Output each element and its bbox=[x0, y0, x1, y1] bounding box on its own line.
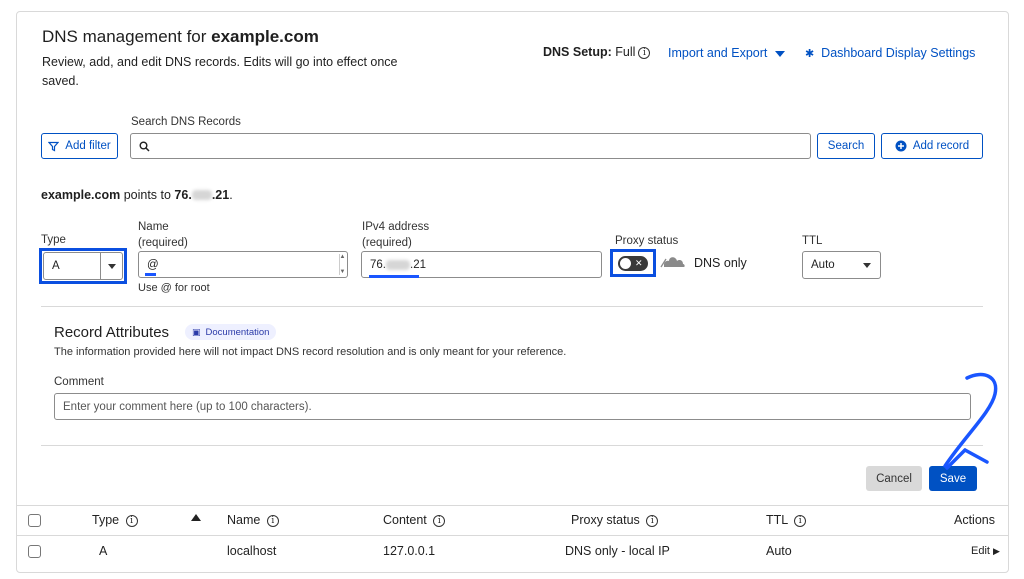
comment-input[interactable]: Enter your comment here (up to 100 chara… bbox=[54, 393, 971, 420]
ipv4-input[interactable]: 76. .21 bbox=[361, 251, 602, 278]
row-ttl: Auto bbox=[766, 544, 792, 558]
ipv4-label: IPv4 address (required) bbox=[362, 221, 430, 249]
caret-down-icon bbox=[774, 51, 785, 57]
row-name: localhost bbox=[227, 544, 277, 558]
comment-label: Comment bbox=[54, 376, 104, 388]
column-header-proxy-status[interactable]: Proxy status i bbox=[571, 513, 659, 527]
type-label: Type bbox=[41, 234, 66, 246]
book-icon: ▣ bbox=[192, 326, 201, 337]
divider bbox=[41, 306, 983, 307]
add-record-button[interactable]: Add record bbox=[881, 133, 983, 159]
search-icon bbox=[139, 141, 150, 152]
divider bbox=[17, 535, 1008, 536]
search-button[interactable]: Search bbox=[817, 133, 875, 159]
info-icon: i bbox=[433, 515, 446, 527]
dashboard-display-settings-link[interactable]: ✱ Dashboard Display Settings bbox=[805, 46, 975, 60]
column-header-ttl[interactable]: TTL i bbox=[766, 513, 807, 527]
caret-right-icon: ▶ bbox=[993, 546, 1000, 556]
column-header-name[interactable]: Name i bbox=[227, 513, 279, 527]
search-input[interactable] bbox=[130, 133, 811, 159]
redacted-ip bbox=[191, 190, 212, 200]
redacted-ip bbox=[386, 259, 410, 270]
proxy-highlight-box bbox=[610, 249, 656, 277]
select-all-checkbox[interactable] bbox=[28, 514, 41, 527]
documentation-badge[interactable]: ▣ Documentation bbox=[185, 324, 277, 340]
ttl-select[interactable]: Auto bbox=[802, 251, 881, 279]
info-icon: i bbox=[266, 515, 279, 527]
ttl-label: TTL bbox=[802, 235, 823, 247]
row-type: A bbox=[99, 544, 108, 558]
name-underline-mark bbox=[145, 273, 156, 276]
cloud-icon bbox=[660, 257, 685, 268]
row-content: 127.0.0.1 bbox=[383, 544, 436, 558]
sort-up-icon[interactable] bbox=[191, 514, 201, 521]
column-header-type[interactable]: Type i bbox=[92, 513, 138, 527]
column-header-actions: Actions bbox=[954, 513, 995, 527]
edit-link[interactable]: Edit ▶ bbox=[971, 545, 1000, 557]
search-label: Search DNS Records bbox=[131, 116, 241, 128]
ipv4-underline-mark bbox=[369, 275, 419, 278]
attributes-description: The information provided here will not i… bbox=[54, 346, 567, 358]
column-header-content[interactable]: Content i bbox=[383, 513, 446, 527]
add-filter-button[interactable]: Add filter bbox=[41, 133, 118, 159]
divider bbox=[17, 505, 1008, 506]
chevron-down-icon bbox=[863, 262, 871, 268]
info-icon[interactable]: i bbox=[638, 47, 651, 59]
name-label: Name (required) bbox=[138, 221, 188, 249]
points-to-text: example.com points to 76. .21. bbox=[41, 188, 233, 202]
info-icon: i bbox=[646, 515, 659, 527]
gear-icon: ✱ bbox=[805, 48, 815, 60]
proxy-status-label: Proxy status bbox=[615, 235, 679, 247]
page-subtitle: Review, add, and edit DNS records. Edits… bbox=[42, 55, 398, 88]
name-input[interactable]: @ ▲ ▼ bbox=[138, 251, 348, 278]
filter-icon bbox=[48, 141, 60, 151]
dns-setup-status: DNS Setup: Full i bbox=[543, 45, 651, 59]
proxy-status-value: DNS only bbox=[694, 256, 747, 270]
cancel-button[interactable]: Cancel bbox=[866, 466, 922, 491]
import-export-menu[interactable]: Import and Export bbox=[668, 46, 785, 60]
row-proxy-status: DNS only - local IP bbox=[565, 544, 670, 558]
type-highlight-box bbox=[39, 248, 127, 284]
plus-circle-icon bbox=[895, 140, 907, 152]
record-attributes-title: Record Attributes bbox=[54, 324, 170, 341]
name-hint: Use @ for root bbox=[138, 282, 210, 294]
row-checkbox[interactable] bbox=[28, 545, 41, 558]
info-icon: i bbox=[125, 515, 138, 527]
page-title: DNS management for example.com bbox=[42, 27, 319, 46]
info-icon: i bbox=[794, 515, 807, 527]
resize-handle-icon: ▲ ▼ bbox=[339, 254, 346, 275]
divider bbox=[41, 445, 983, 446]
annotation-arrow-icon bbox=[943, 372, 998, 470]
